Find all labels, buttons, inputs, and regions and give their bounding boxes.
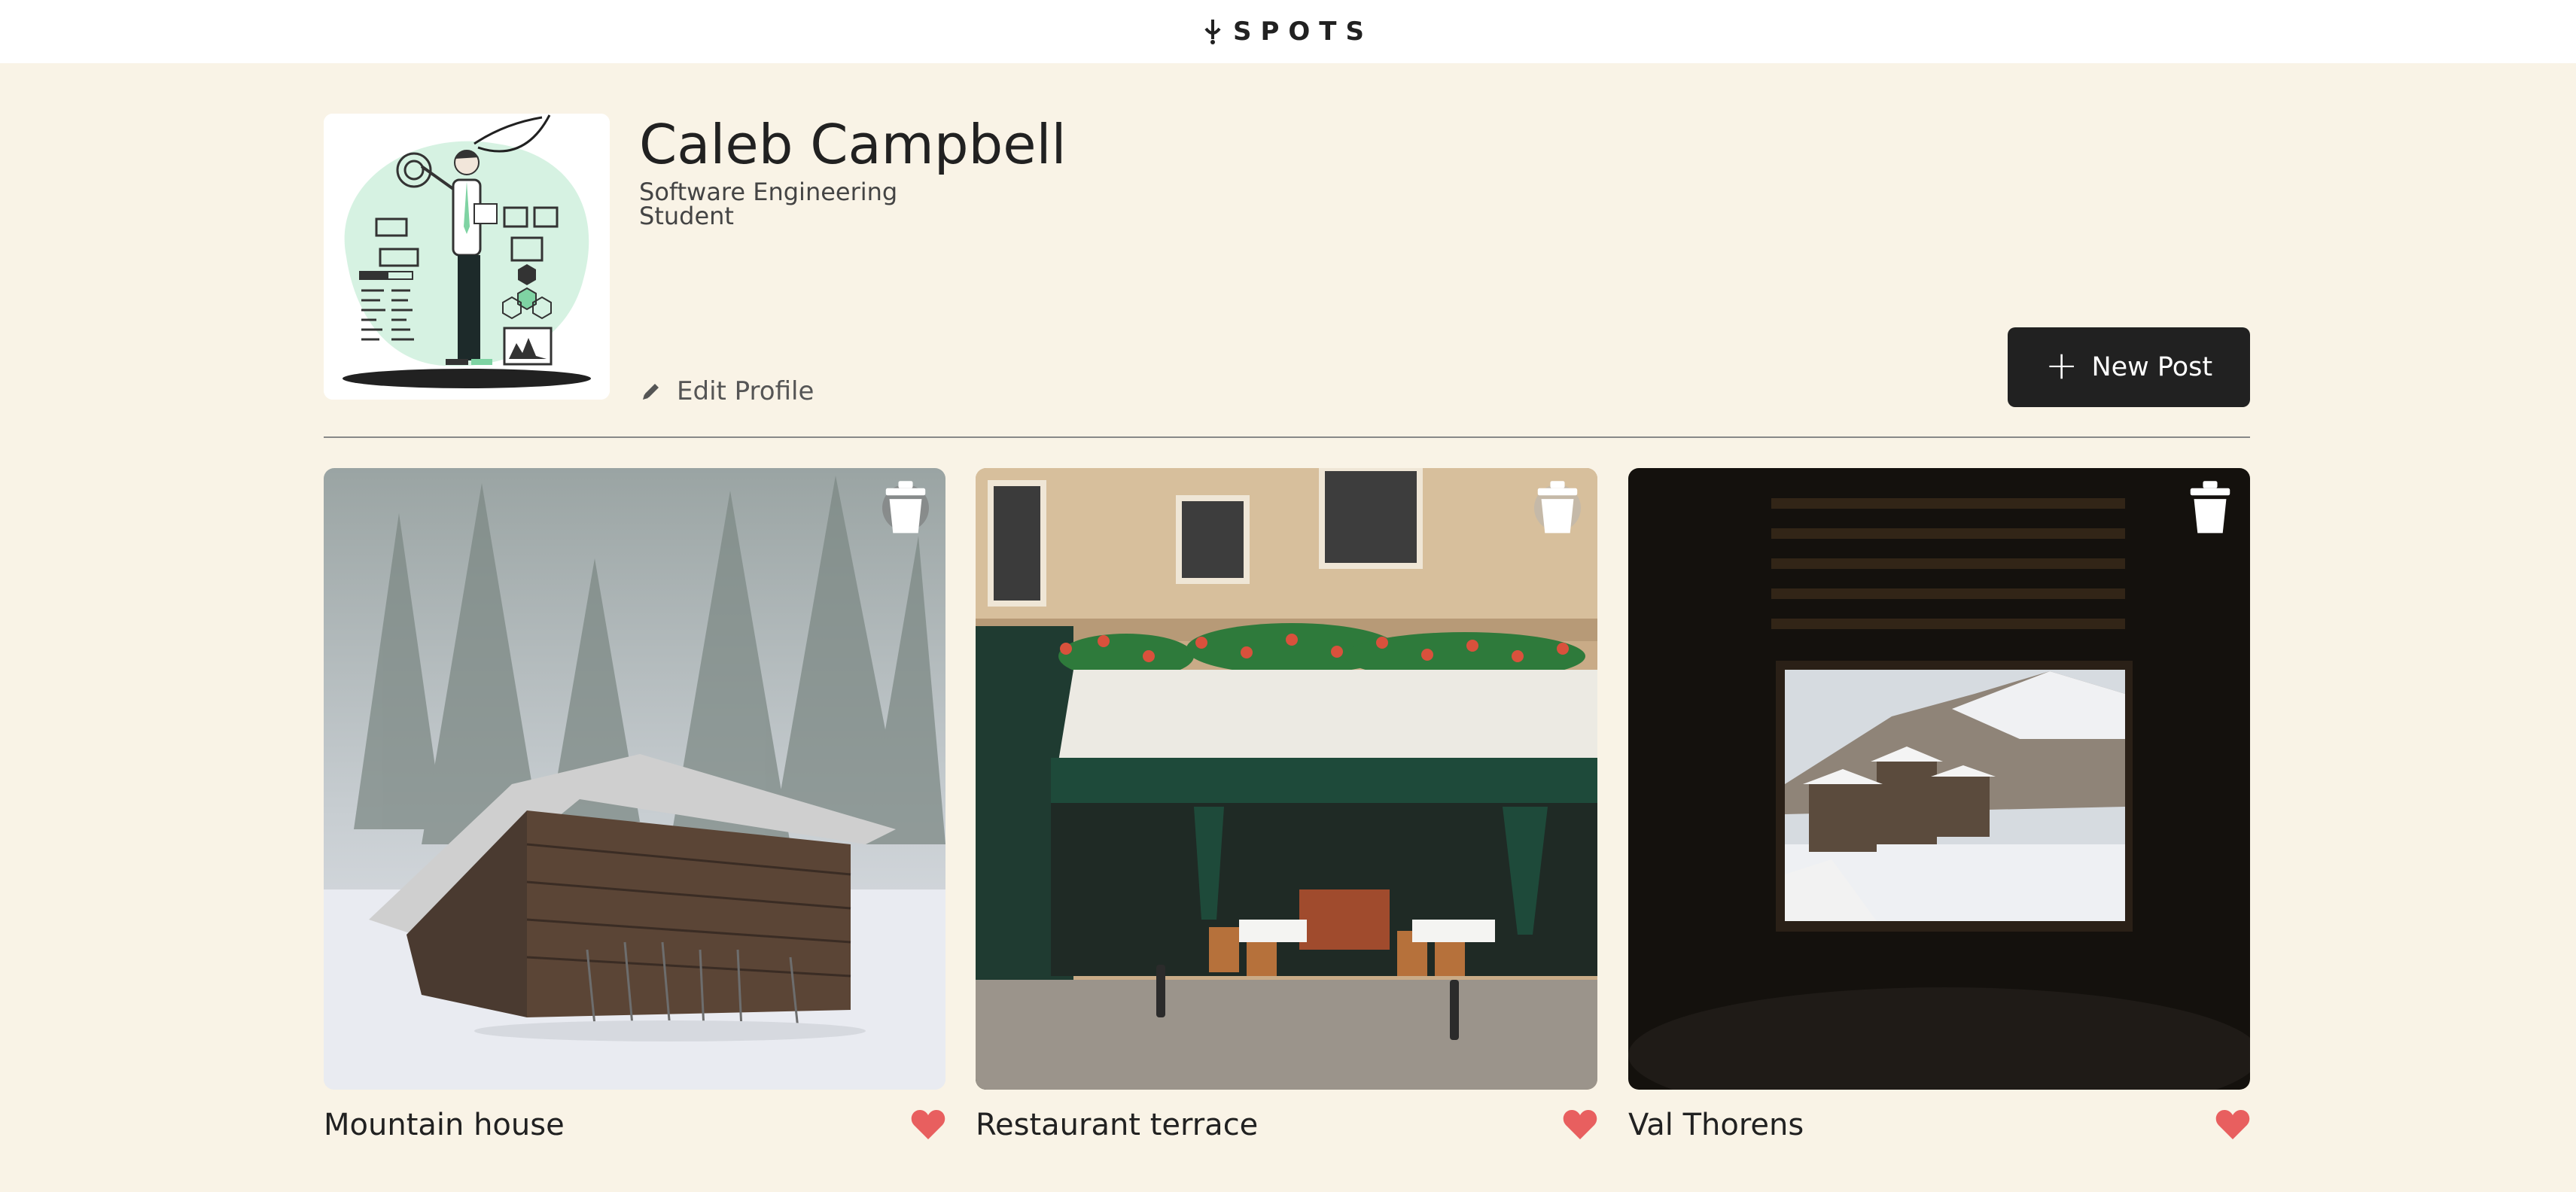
profile-name: Caleb Campbell [639,113,1067,176]
trash-icon [1537,481,1578,534]
like-heart-icon[interactable] [1563,1109,1597,1141]
avatar [324,114,610,400]
profile-description: Software Engineering Student [639,178,898,230]
restaurant-terrace-photo [976,468,1597,1090]
edit-profile-button[interactable]: Edit Profile [639,376,814,406]
plus-icon: + [2045,343,2078,388]
spots-logo-icon [1204,20,1221,44]
card-image[interactable] [324,468,945,1090]
delete-button[interactable] [1534,481,1581,534]
trash-icon [885,481,926,534]
card-title: Restaurant terrace [976,1108,1259,1142]
card-title: Val Thorens [1628,1108,1804,1142]
card-image[interactable] [1628,468,2250,1090]
delete-button[interactable] [2187,481,2233,534]
pencil-icon [643,384,659,400]
new-post-label: New Post [2091,352,2213,382]
divider [324,436,2250,438]
edit-profile-label: Edit Profile [677,376,815,406]
avatar-illustration [324,114,610,400]
logo-text: SPOTS [1233,17,1373,47]
like-heart-icon[interactable] [911,1109,945,1141]
new-post-button[interactable]: + New Post [2008,327,2250,407]
card: Restaurant terrace [976,468,1597,1160]
card-title: Mountain house [324,1108,565,1142]
delete-button[interactable] [882,481,929,534]
card: Val Thorens [1628,468,2250,1160]
trash-icon [2190,481,2230,534]
val-thorens-photo [1628,468,2250,1090]
mountain-house-photo [324,468,945,1090]
profile-section: Caleb Campbell Software Engineering Stud… [324,114,2250,437]
logo[interactable]: SPOTS [1203,17,1373,47]
card-image[interactable] [976,468,1597,1090]
cards-gallery: Mountain house Restaurant terrace Val Th… [324,468,2250,1160]
card: Mountain house [324,468,945,1160]
top-bar: SPOTS [0,0,2576,63]
like-heart-icon[interactable] [2215,1109,2250,1141]
